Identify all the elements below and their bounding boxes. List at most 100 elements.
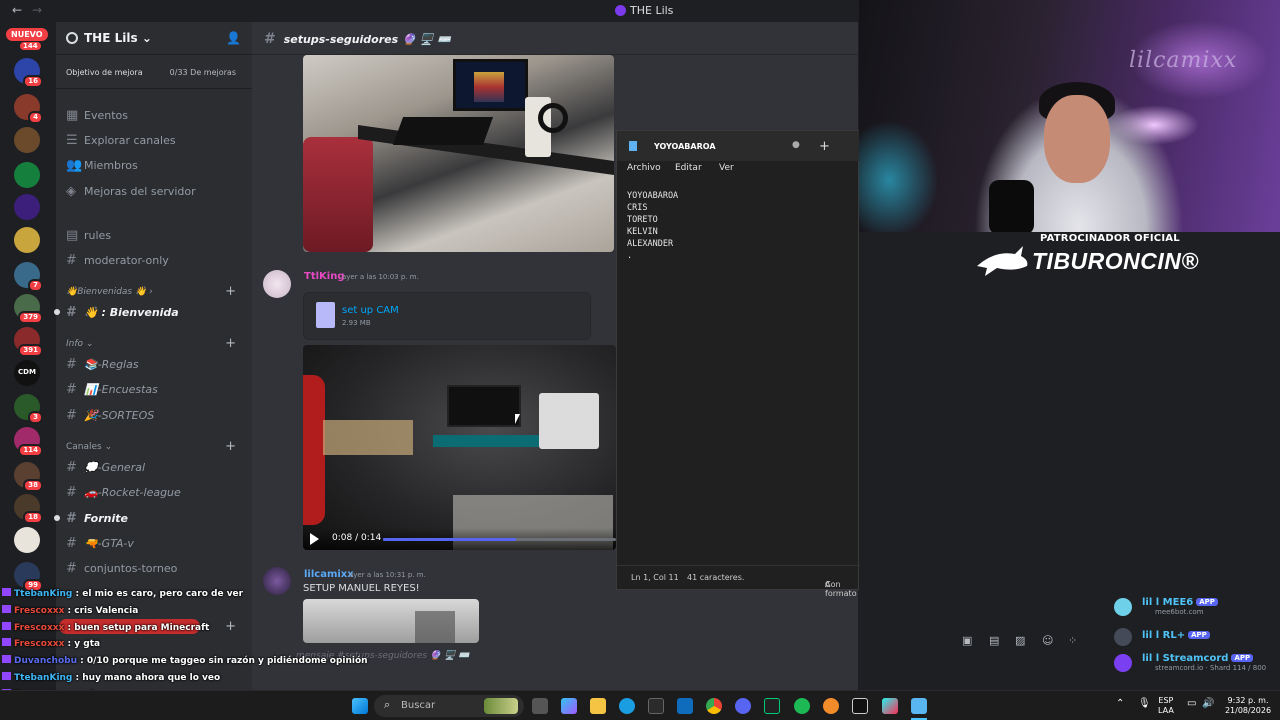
channel-conjuntos-torneo[interactable]: # conjuntos-torneo <box>66 561 177 576</box>
mail-icon[interactable] <box>677 698 693 714</box>
file-attachment[interactable]: set up CAM 2.93 MB <box>303 292 591 340</box>
twitch-icon <box>2 672 11 680</box>
chat-username: Duvanchobu <box>14 656 77 667</box>
message-author[interactable]: TtlKing <box>304 271 344 282</box>
user-avatar[interactable] <box>263 270 291 298</box>
gift-icon[interactable]: ▣ <box>962 634 972 647</box>
boost-goal-progress[interactable]: 0/33 De mejoras <box>170 68 236 77</box>
server-icon[interactable]: 99 <box>14 562 43 592</box>
spotify-icon[interactable] <box>794 698 810 714</box>
invite-people-icon[interactable]: 👤 <box>226 31 241 45</box>
notepad-tab[interactable]: YOYOABAROA ● + <box>617 131 860 161</box>
image-attachment[interactable] <box>303 599 479 643</box>
user-avatar[interactable] <box>263 567 291 595</box>
menu-members[interactable]: 👥 Miembros <box>66 158 138 173</box>
menu-browse-channels[interactable]: ☰ Explorar canales <box>66 133 176 148</box>
menu-events[interactable]: ▦ Eventos <box>66 108 128 123</box>
server-icon[interactable]: 18 <box>14 494 43 524</box>
category-info[interactable]: Info ⌄ <box>66 339 93 349</box>
server-icon[interactable] <box>14 227 40 253</box>
menu-ver[interactable]: Ver <box>719 163 734 173</box>
back-arrow-icon[interactable]: ← <box>12 3 22 17</box>
server-icon[interactable]: 379 <box>14 294 43 324</box>
channel-encuestas[interactable]: # 📊-Encuestas <box>66 382 158 397</box>
menu-server-boost[interactable]: ◈ Mejoras del servidor <box>66 184 196 199</box>
add-channel-icon[interactable]: + <box>225 619 236 634</box>
server-icon[interactable] <box>14 162 40 188</box>
microphone-icon[interactable]: 🎙 <box>1138 699 1151 709</box>
network-icon[interactable]: ▭ <box>1187 699 1196 709</box>
play-icon[interactable] <box>310 533 319 545</box>
server-icon[interactable]: 114 <box>14 427 43 457</box>
message-author[interactable]: lilcamixx <box>304 569 354 580</box>
tray-chevron-icon[interactable]: ⌃ <box>1116 699 1124 709</box>
server-icon[interactable]: CDM <box>14 360 40 386</box>
new-tab-icon[interactable]: + <box>819 139 830 154</box>
notepad-taskbar-icon[interactable] <box>911 698 927 714</box>
bot-status: mee6bot.com <box>1155 608 1204 616</box>
channel-general[interactable]: # 💭-General <box>66 460 145 475</box>
server-icon[interactable]: 391 <box>14 327 43 357</box>
taskbar-search[interactable]: ⌕ Buscar <box>374 695 524 717</box>
server-icon[interactable] <box>14 527 40 553</box>
channel-rocket-league[interactable]: # 🚗-Rocket-league <box>66 485 181 500</box>
sticker-icon[interactable]: ▨ <box>1015 634 1025 647</box>
channel-reglas[interactable]: # 📚-Reglas <box>66 357 139 372</box>
boost-goal-label[interactable]: Objetivo de mejora <box>66 68 143 77</box>
video-attachment[interactable]: 0:08 / 0:14 <box>303 345 616 550</box>
server-icon[interactable]: 16 <box>14 58 43 88</box>
menu-editar[interactable]: Editar <box>675 163 702 173</box>
member-streamcord[interactable]: lil l Streamcord APP streamcord.io · Shar… <box>1110 652 1280 674</box>
start-icon[interactable] <box>352 698 368 714</box>
bot-avatar <box>1114 628 1132 646</box>
channel-gta-v[interactable]: # 🔫-GTA-v <box>66 536 134 551</box>
new-badge[interactable]: NUEVO <box>6 28 48 41</box>
channel-moderator-only[interactable]: # moderator-only <box>66 253 169 268</box>
capcut-icon[interactable] <box>852 698 868 714</box>
add-channel-icon[interactable]: + <box>225 284 236 299</box>
add-channel-icon[interactable]: + <box>225 439 236 454</box>
unsaved-dot-icon[interactable]: ● <box>792 140 800 150</box>
setup-photo-attachment[interactable] <box>303 55 614 252</box>
menu-archivo[interactable]: Archivo <box>627 163 661 173</box>
clock[interactable]: 9:32 p. m. 21/08/2026 <box>1224 696 1272 716</box>
channel-sorteos[interactable]: # 🎉-SORTEOS <box>66 408 154 423</box>
add-channel-icon[interactable]: + <box>225 336 236 351</box>
notepad-text-area[interactable]: YOYOABAROA CRIS TORETO KELVIN ALEXANDER … <box>627 190 678 262</box>
server-icon[interactable] <box>14 194 40 220</box>
task-view-icon[interactable] <box>532 698 548 714</box>
file-explorer-icon[interactable] <box>590 698 606 714</box>
category-canales[interactable]: Canales ⌄ <box>66 442 112 452</box>
channel-fornite[interactable]: # Fornite <box>66 511 128 526</box>
hash-icon: # <box>264 31 276 47</box>
copilot-icon[interactable] <box>561 698 577 714</box>
emoji-icon[interactable]: ☺ <box>1042 634 1053 647</box>
chat-separator: : <box>64 605 75 616</box>
server-name[interactable]: THE Lils ⌄ <box>66 31 152 45</box>
server-icon[interactable]: 38 <box>14 462 43 492</box>
channel-bienvenida[interactable]: # 👋 : Bienvenida <box>66 305 179 320</box>
member-mee6[interactable]: lil l MEE6 APP mee6bot.com <box>1110 596 1280 618</box>
tiktok-icon[interactable] <box>882 698 898 714</box>
server-icon[interactable]: 3 <box>14 394 43 424</box>
apps-icon[interactable]: ⁘ <box>1068 634 1077 647</box>
category-bienvenidas[interactable]: 👋Bienvenidas 👋 › <box>66 287 153 297</box>
forward-arrow-icon[interactable]: → <box>32 3 42 17</box>
gif-icon[interactable]: ▤ <box>989 634 999 647</box>
server-icon[interactable]: 7 <box>14 262 43 292</box>
server-icon[interactable]: 4 <box>14 94 43 124</box>
channel-rules[interactable]: ▤ rules <box>66 228 111 243</box>
file-size: 2.93 MB <box>342 319 371 327</box>
member-rlplus[interactable]: lil l RL+ APP <box>1110 626 1280 648</box>
volume-icon[interactable]: 🔊 <box>1202 699 1214 709</box>
discord-icon[interactable] <box>735 698 751 714</box>
server-icon[interactable] <box>14 127 40 153</box>
file-name[interactable]: set up CAM <box>342 305 399 316</box>
edge-icon[interactable] <box>619 698 635 714</box>
chrome-icon[interactable] <box>706 698 722 714</box>
language-indicator[interactable]: ESP LAA <box>1158 696 1174 716</box>
video-seek-bar[interactable] <box>383 538 616 541</box>
terminal-icon[interactable] <box>764 698 780 714</box>
store-icon[interactable] <box>648 698 664 714</box>
game-icon[interactable] <box>823 698 839 714</box>
